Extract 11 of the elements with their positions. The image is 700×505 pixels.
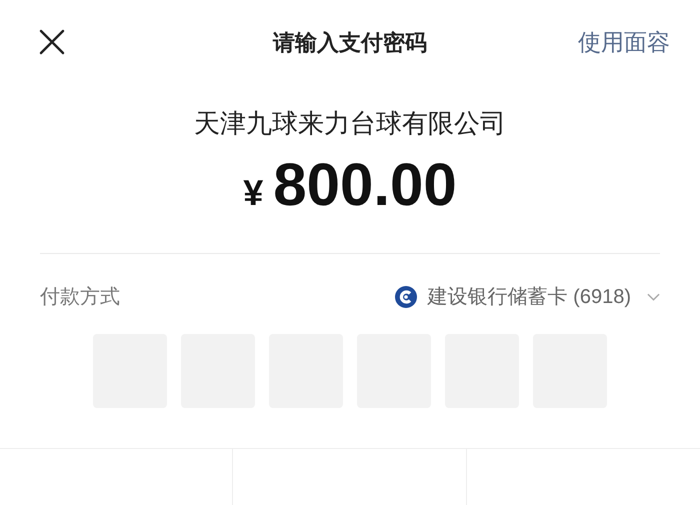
bank-logo-icon <box>394 285 418 309</box>
close-icon <box>38 28 66 56</box>
close-button[interactable] <box>38 28 66 56</box>
payment-card-selector[interactable]: 建设银行储蓄卡 (6918) <box>394 282 660 312</box>
use-face-link[interactable]: 使用面容 <box>578 24 670 60</box>
currency-symbol: ¥ <box>243 171 264 215</box>
payment-method-label: 付款方式 <box>40 285 120 310</box>
chevron-down-icon <box>647 293 660 301</box>
merchant-name: 天津九球来力台球有限公司 <box>194 107 506 140</box>
payment-amount: 800.00 <box>273 150 457 220</box>
dialog-title: 请输入支付密码 <box>273 28 427 56</box>
